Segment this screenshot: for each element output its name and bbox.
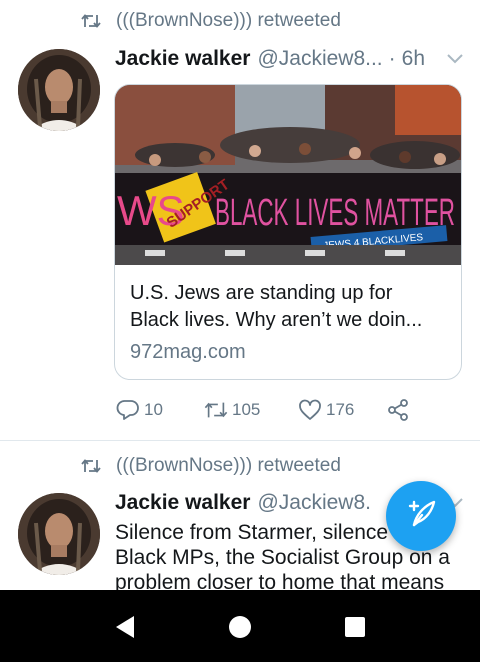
reply-button[interactable]: 10 (116, 396, 163, 424)
card-title-line: U.S. Jews are standing up for (130, 282, 393, 304)
header-separator: · (388, 47, 396, 70)
tweet-time[interactable]: 6h (402, 47, 425, 71)
retweet-button[interactable]: 105 (204, 396, 260, 424)
card-domain: 972mag.com (130, 341, 246, 363)
author-name[interactable]: Jackie walker (115, 47, 250, 71)
chevron-down-icon[interactable] (444, 48, 466, 70)
retweeted-by-label: (((BrownNose))) retweeted (116, 10, 341, 31)
tweet-actions: 10 105 176 (116, 396, 446, 424)
tweet-text-line: problem closer to home that means (115, 571, 445, 590)
retweet-count: 105 (232, 400, 261, 419)
compose-tweet-icon (404, 497, 438, 536)
retweet-context: (((BrownNose))) retweeted (80, 453, 341, 479)
tweet[interactable]: (((BrownNose))) retweeted Jackie walker … (0, 0, 480, 440)
share-icon (386, 398, 410, 422)
author-handle[interactable]: @Jackiew8. (257, 491, 371, 515)
heart-icon (298, 398, 322, 422)
card-title-line: Black lives. Why aren’t we doin... (130, 309, 423, 331)
tweet-header: Jackie walker @Jackiew8... · 6h (115, 45, 466, 73)
link-card[interactable]: WS SUPPORT BLACK LIVES MATTER JEWS 4 BLA… (114, 84, 462, 380)
recents-square-icon[interactable] (340, 612, 370, 642)
retweeted-by-label: (((BrownNose))) retweeted (116, 455, 341, 476)
like-count: 176 (326, 400, 355, 419)
home-circle-icon[interactable] (225, 612, 255, 642)
author-handle[interactable]: @Jackiew8... (257, 47, 382, 71)
back-triangle-icon[interactable] (110, 612, 140, 642)
card-image: WS SUPPORT BLACK LIVES MATTER JEWS 4 BLA… (115, 85, 461, 265)
reply-count: 10 (144, 400, 163, 419)
author-name[interactable]: Jackie walker (115, 491, 250, 515)
timeline-feed[interactable]: (((BrownNose))) retweeted Jackie walker … (0, 0, 480, 590)
avatar[interactable] (18, 49, 100, 131)
compose-tweet-button[interactable] (386, 481, 456, 551)
retweet-icon (80, 455, 102, 477)
retweet-icon (80, 10, 102, 32)
reply-icon (116, 398, 140, 422)
like-button[interactable]: 176 (298, 396, 354, 424)
android-nav-bar (0, 590, 480, 662)
card-title: U.S. Jews are standing up for Black live… (130, 280, 455, 334)
retweet-context: (((BrownNose))) retweeted (80, 8, 341, 34)
avatar[interactable] (18, 493, 100, 575)
retweet-icon (204, 398, 228, 422)
share-button[interactable] (386, 396, 414, 424)
